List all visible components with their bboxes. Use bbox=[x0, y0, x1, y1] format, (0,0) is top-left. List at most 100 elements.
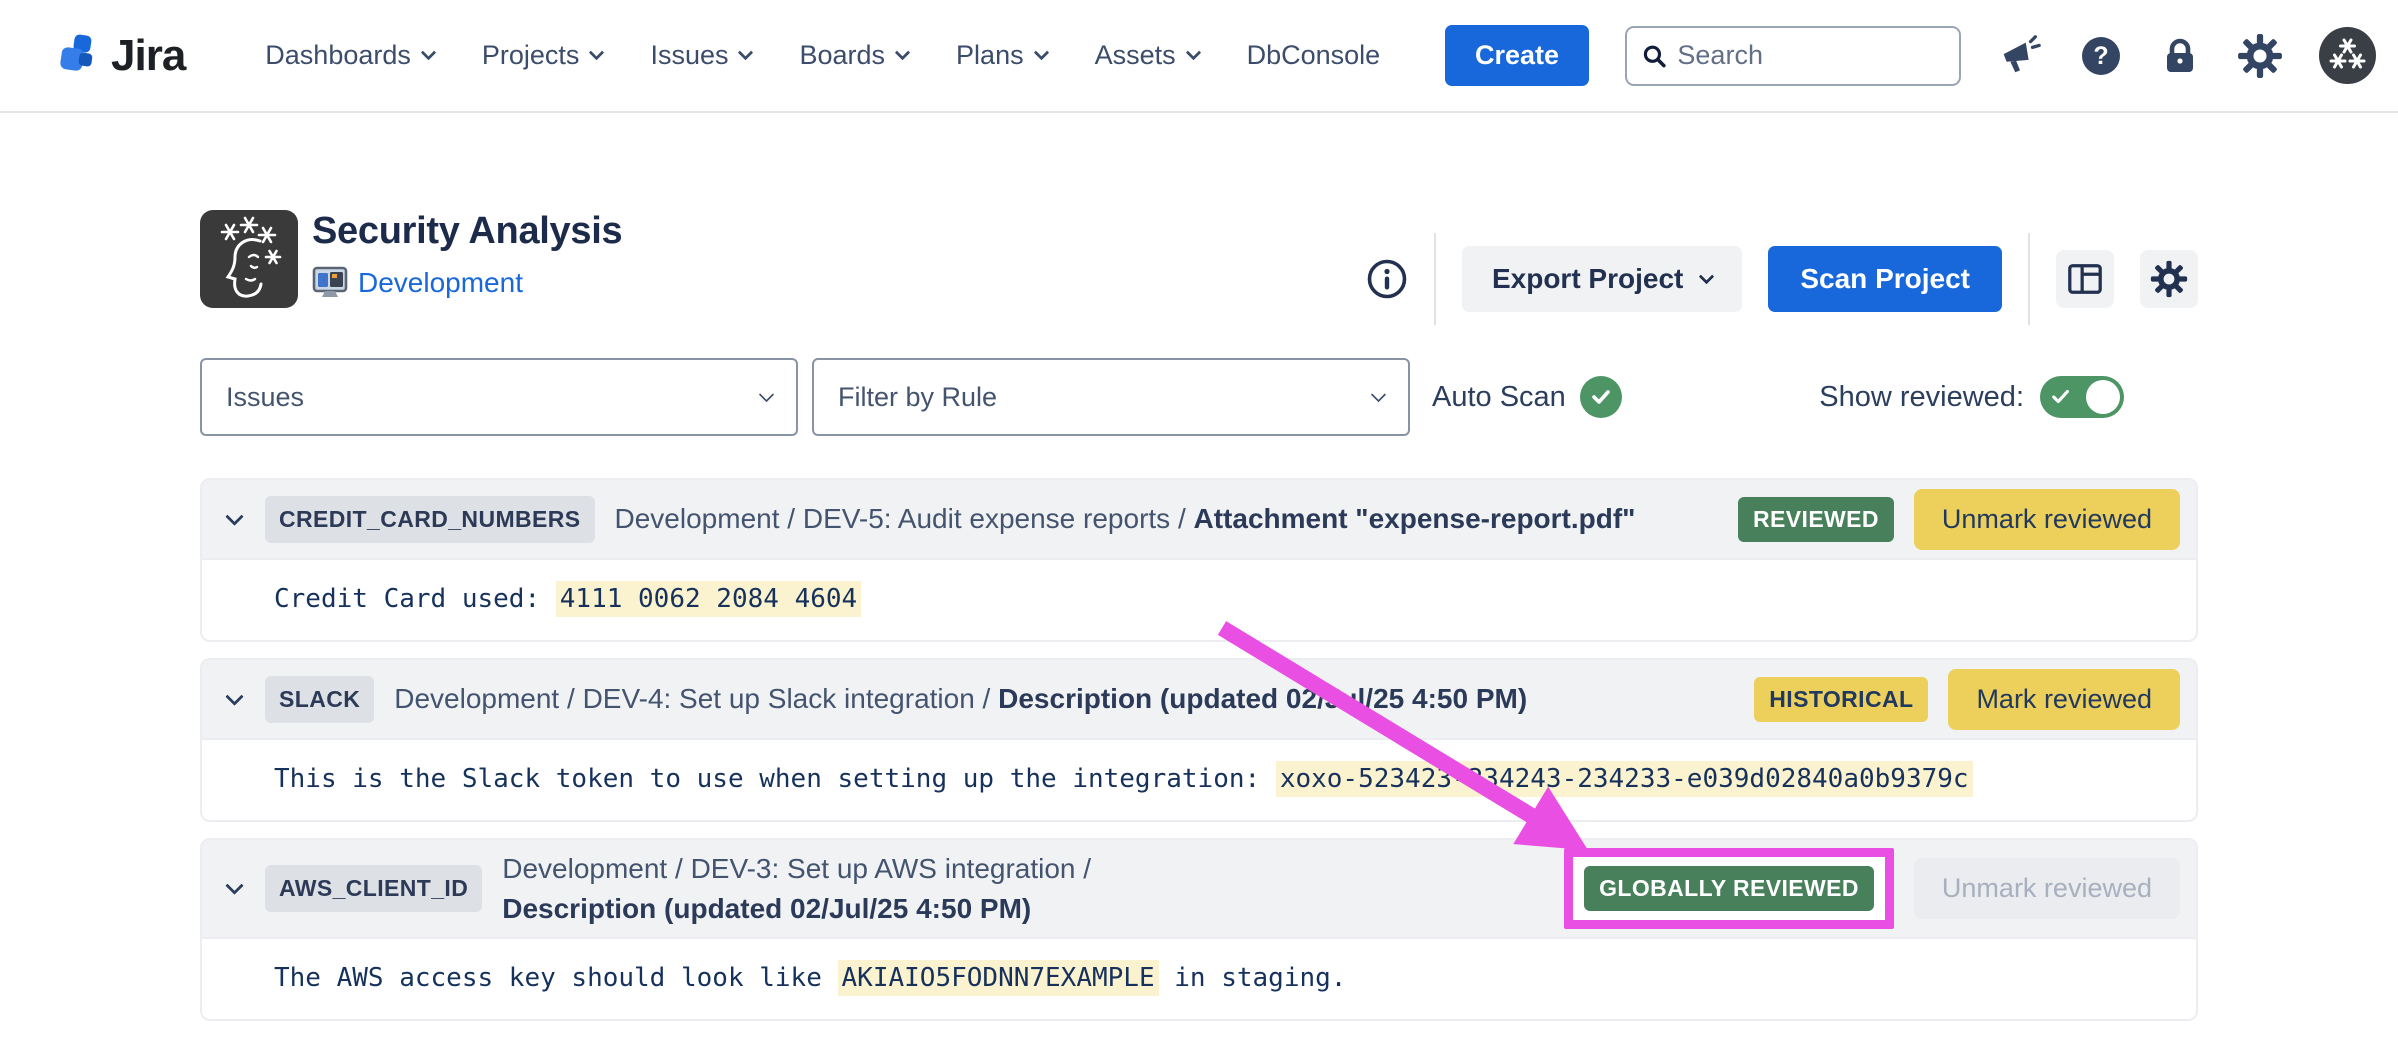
search-box[interactable] bbox=[1625, 26, 1961, 86]
annotation-highlight-box: REVIEWED bbox=[1738, 497, 1894, 542]
detected-secret: 4111 0062 2084 4604 bbox=[556, 581, 861, 617]
issues-select[interactable]: Issues bbox=[200, 358, 798, 436]
finding-breadcrumb: Development / DEV-5: Audit expense repor… bbox=[615, 499, 1636, 539]
rule-badge: SLACK bbox=[265, 676, 374, 723]
nav-menu-item[interactable]: Dashboards bbox=[265, 40, 434, 71]
chevron-down-icon bbox=[895, 45, 911, 61]
finding-text-suffix: in staging. bbox=[1159, 963, 1347, 993]
nav-menu-item-label: Assets bbox=[1095, 40, 1176, 71]
rule-filter-value: Filter by Rule bbox=[838, 382, 997, 413]
project-monitor-icon bbox=[312, 265, 348, 301]
finding-content: This is the Slack token to use when sett… bbox=[202, 738, 2196, 820]
chevron-down-icon[interactable] bbox=[224, 509, 245, 530]
chevron-down-icon bbox=[421, 45, 437, 61]
page-title: Security Analysis bbox=[312, 210, 622, 253]
chevron-down-icon bbox=[589, 45, 605, 61]
chevron-down-icon bbox=[1699, 268, 1715, 284]
settings-gear-icon[interactable] bbox=[2237, 33, 2283, 79]
nav-menu-item[interactable]: Projects bbox=[482, 40, 603, 71]
nav-menu: Dashboards Projects Issues Boards Plans … bbox=[265, 40, 1380, 71]
jira-logo-icon bbox=[55, 33, 101, 79]
detected-secret: xoxo-523423-234243-234233-e039d02840a0b9… bbox=[1276, 761, 1973, 797]
status-badge: GLOBALLY REVIEWED bbox=[1584, 866, 1874, 911]
layout-icon bbox=[2066, 260, 2104, 298]
nav-menu-item[interactable]: Plans bbox=[956, 40, 1047, 71]
create-button[interactable]: Create bbox=[1445, 25, 1589, 86]
nav-menu-item[interactable]: Issues bbox=[650, 40, 751, 71]
nav-menu-item-label: Boards bbox=[799, 40, 885, 71]
chevron-down-icon bbox=[759, 386, 775, 402]
announcements-icon[interactable] bbox=[1997, 33, 2043, 79]
nav-menu-item[interactable]: Boards bbox=[799, 40, 908, 71]
chevron-down-icon bbox=[738, 45, 754, 61]
jira-logo-text: Jira bbox=[111, 31, 185, 81]
project-breadcrumb-link[interactable]: Development bbox=[358, 267, 523, 299]
layout-view-button[interactable] bbox=[2056, 250, 2114, 308]
export-project-label: Export Project bbox=[1492, 263, 1683, 295]
rule-filter-select[interactable]: Filter by Rule bbox=[812, 358, 1410, 436]
review-toggle-button[interactable]: Unmark reviewed bbox=[1914, 489, 2180, 550]
finding-text: Credit Card used: bbox=[274, 584, 556, 614]
issues-select-value: Issues bbox=[226, 382, 304, 413]
annotation-highlight-box: GLOBALLY REVIEWED bbox=[1564, 848, 1894, 929]
nav-right: Create ? bbox=[1445, 25, 2376, 86]
nav-menu-item-label: DbConsole bbox=[1247, 40, 1381, 71]
top-nav: Jira Dashboards Projects Issues Boards P… bbox=[0, 0, 2398, 113]
finding-breadcrumb: Development / DEV-4: Set up Slack integr… bbox=[394, 679, 1527, 719]
filter-bar: Issues Filter by Rule Auto Scan Show rev… bbox=[200, 358, 2198, 438]
divider bbox=[2028, 233, 2030, 325]
finding-breadcrumb: Development / DEV-3: Set up AWS integrat… bbox=[502, 849, 1091, 929]
finding-content: The AWS access key should look like AKIA… bbox=[202, 937, 2196, 1019]
rule-badge: AWS_CLIENT_ID bbox=[265, 865, 482, 912]
findings-list: CREDIT_CARD_NUMBERS Development / DEV-5:… bbox=[200, 478, 2198, 1037]
finding-header: CREDIT_CARD_NUMBERS Development / DEV-5:… bbox=[202, 480, 2196, 558]
chevron-down-icon bbox=[1185, 45, 1201, 61]
toggle-knob bbox=[2086, 380, 2120, 414]
help-icon[interactable]: ? bbox=[2079, 34, 2123, 78]
user-avatar[interactable] bbox=[2319, 27, 2376, 84]
finding-text: The AWS access key should look like bbox=[274, 963, 838, 993]
project-avatar bbox=[200, 210, 298, 308]
show-reviewed-toggle[interactable] bbox=[2040, 376, 2124, 418]
export-project-button[interactable]: Export Project bbox=[1462, 246, 1742, 312]
finding-row: CREDIT_CARD_NUMBERS Development / DEV-5:… bbox=[200, 478, 2198, 642]
project-settings-button[interactable] bbox=[2140, 250, 2198, 308]
auto-scan-status: Auto Scan bbox=[1432, 358, 1622, 436]
nav-menu-item-label: Projects bbox=[482, 40, 580, 71]
chevron-down-icon[interactable] bbox=[224, 878, 245, 899]
nav-menu-item[interactable]: Assets bbox=[1095, 40, 1199, 71]
svg-text:?: ? bbox=[2093, 42, 2108, 70]
review-toggle-button[interactable]: Mark reviewed bbox=[1948, 669, 2180, 730]
gear-icon bbox=[2150, 260, 2188, 298]
info-icon[interactable] bbox=[1366, 258, 1408, 300]
divider bbox=[1434, 233, 1436, 325]
finding-content: Credit Card used: 4111 0062 2084 4604 bbox=[202, 558, 2196, 640]
status-badge: REVIEWED bbox=[1738, 497, 1894, 542]
nav-menu-item-label: Issues bbox=[650, 40, 728, 71]
finding-header: SLACK Development / DEV-4: Set up Slack … bbox=[202, 660, 2196, 738]
nav-menu-item-label: Plans bbox=[956, 40, 1024, 71]
review-toggle-button: Unmark reviewed bbox=[1914, 858, 2180, 919]
search-icon bbox=[1641, 41, 1667, 71]
chevron-down-icon[interactable] bbox=[224, 689, 245, 710]
finding-row: SLACK Development / DEV-4: Set up Slack … bbox=[200, 658, 2198, 822]
show-reviewed-label: Show reviewed: bbox=[1819, 381, 2024, 414]
page-header: Security Analysis Development Export Pro… bbox=[200, 208, 2198, 310]
finding-text: This is the Slack token to use when sett… bbox=[274, 764, 1276, 794]
scan-project-button[interactable]: Scan Project bbox=[1768, 246, 2002, 312]
finding-header: AWS_CLIENT_ID Development / DEV-3: Set u… bbox=[202, 840, 2196, 937]
nav-menu-item[interactable]: DbConsole bbox=[1247, 40, 1381, 71]
finding-row: AWS_CLIENT_ID Development / DEV-3: Set u… bbox=[200, 838, 2198, 1021]
chevron-down-icon bbox=[1371, 386, 1387, 402]
detected-secret: AKIAIO5FODNN7EXAMPLE bbox=[838, 960, 1159, 996]
jira-logo[interactable]: Jira bbox=[55, 31, 185, 81]
annotation-highlight-box: HISTORICAL bbox=[1754, 677, 1928, 722]
auto-scan-label: Auto Scan bbox=[1432, 381, 1566, 414]
nav-menu-item-label: Dashboards bbox=[265, 40, 411, 71]
auto-scan-check-icon bbox=[1580, 376, 1622, 418]
status-badge: HISTORICAL bbox=[1754, 677, 1928, 722]
chevron-down-icon bbox=[1033, 45, 1049, 61]
search-input[interactable] bbox=[1677, 40, 1945, 71]
lock-icon[interactable] bbox=[2159, 34, 2201, 78]
rule-badge: CREDIT_CARD_NUMBERS bbox=[265, 496, 595, 543]
